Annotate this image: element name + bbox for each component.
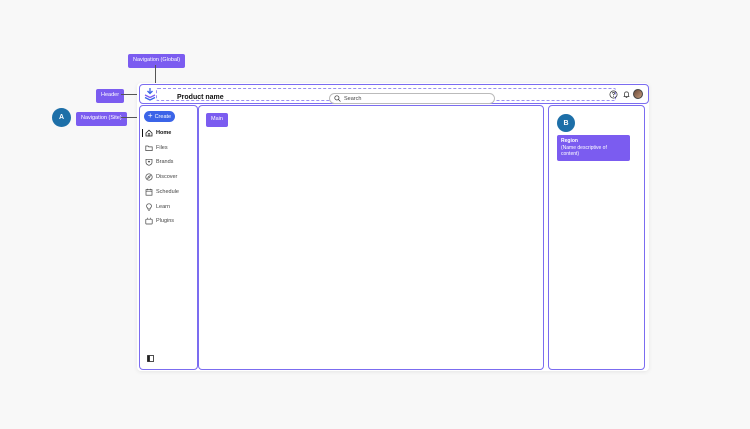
sidebar-item-label: Files <box>156 145 168 151</box>
annotation-navigation-global: Navigation (Global) <box>128 54 186 68</box>
folder-icon <box>145 145 153 151</box>
sidebar-item-brands[interactable]: Brands <box>145 157 173 167</box>
compass-icon <box>145 173 153 181</box>
annotation-navigation-site: Navigation (Site) <box>76 112 127 126</box>
bell-icon[interactable] <box>622 90 631 99</box>
sidebar-item-schedule[interactable]: Schedule <box>145 187 179 197</box>
product-logo-icon <box>144 88 156 101</box>
annotation-main: Main <box>206 113 228 127</box>
region-panel: B Region (Name descriptive of content) <box>548 105 645 370</box>
annotation-header: Header <box>96 89 125 103</box>
annotation-region: Region (Name descriptive of content) <box>557 135 630 161</box>
plus-icon: + <box>147 111 153 120</box>
site-navigation: + Create Home Files Brands Discover Sche… <box>139 105 198 370</box>
header: Product name Search <box>139 84 649 104</box>
global-navigation: Product name Search <box>156 88 616 104</box>
sidebar-item-label: Schedule <box>156 189 179 195</box>
connector-line <box>155 65 156 85</box>
sidebar-item-label: Learn <box>156 204 171 210</box>
brand-shield-icon <box>145 158 153 166</box>
region-description: (Name descriptive of content) <box>561 144 607 158</box>
sidebar-item-discover[interactable]: Discover <box>145 172 177 182</box>
help-icon[interactable] <box>609 90 618 99</box>
home-icon <box>145 129 153 137</box>
sidebar-item-learn[interactable]: Learn <box>145 202 170 212</box>
product-name[interactable]: Product name <box>177 94 224 101</box>
annotation-badge-b: B <box>557 114 575 132</box>
panel-toggle-icon[interactable] <box>147 355 154 362</box>
plugin-icon <box>145 217 153 225</box>
create-button[interactable]: + Create <box>144 111 175 122</box>
avatar[interactable] <box>633 89 643 99</box>
main-content: Main <box>198 105 544 370</box>
sidebar-item-label: Brands <box>156 159 174 165</box>
search-icon <box>334 95 341 102</box>
annotation-badge-a: A <box>52 108 71 127</box>
sidebar-item-label: Home <box>156 130 172 136</box>
sidebar-item-home[interactable]: Home <box>141 128 172 138</box>
lightbulb-icon <box>146 203 152 211</box>
sidebar-item-plugins[interactable]: Plugins <box>145 216 174 226</box>
search-placeholder: Search <box>344 95 362 102</box>
calendar-icon <box>145 188 153 196</box>
search-input[interactable]: Search <box>329 93 495 104</box>
sidebar-item-label: Discover <box>156 174 178 180</box>
create-button-label: Create <box>154 113 172 120</box>
sidebar-item-files[interactable]: Files <box>145 143 168 153</box>
sidebar-item-label: Plugins <box>156 218 175 224</box>
